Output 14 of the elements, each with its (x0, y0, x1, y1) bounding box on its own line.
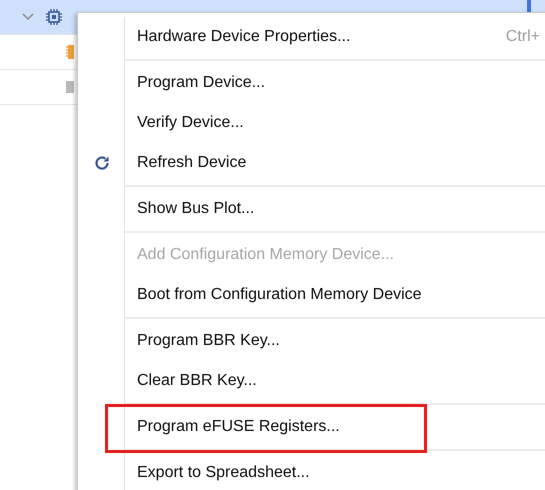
menu-item[interactable]: Program Device... (125, 63, 545, 103)
menu-item[interactable]: Program BBR Key... (125, 321, 545, 361)
menu-item[interactable]: Refresh Device (125, 143, 545, 183)
menu-item[interactable]: Export to Spreadsheet... (125, 453, 545, 490)
memory-icon (66, 45, 74, 59)
menu-item[interactable]: Program eFUSE Registers... (125, 407, 545, 447)
menu-item[interactable]: Boot from Configuration Memory Device (125, 275, 545, 315)
menu-item[interactable]: Show Bus Plot... (125, 189, 545, 229)
shortcut-text: Ctrl+ (506, 27, 540, 47)
refresh-icon (93, 154, 111, 172)
chevron-icon[interactable] (22, 13, 34, 21)
menu-item[interactable]: Clear BBR Key... (125, 361, 545, 401)
menu-item[interactable]: Hardware Device Properties... Ctrl+ (125, 17, 545, 57)
menu-item[interactable]: Verify Device... (125, 103, 545, 143)
